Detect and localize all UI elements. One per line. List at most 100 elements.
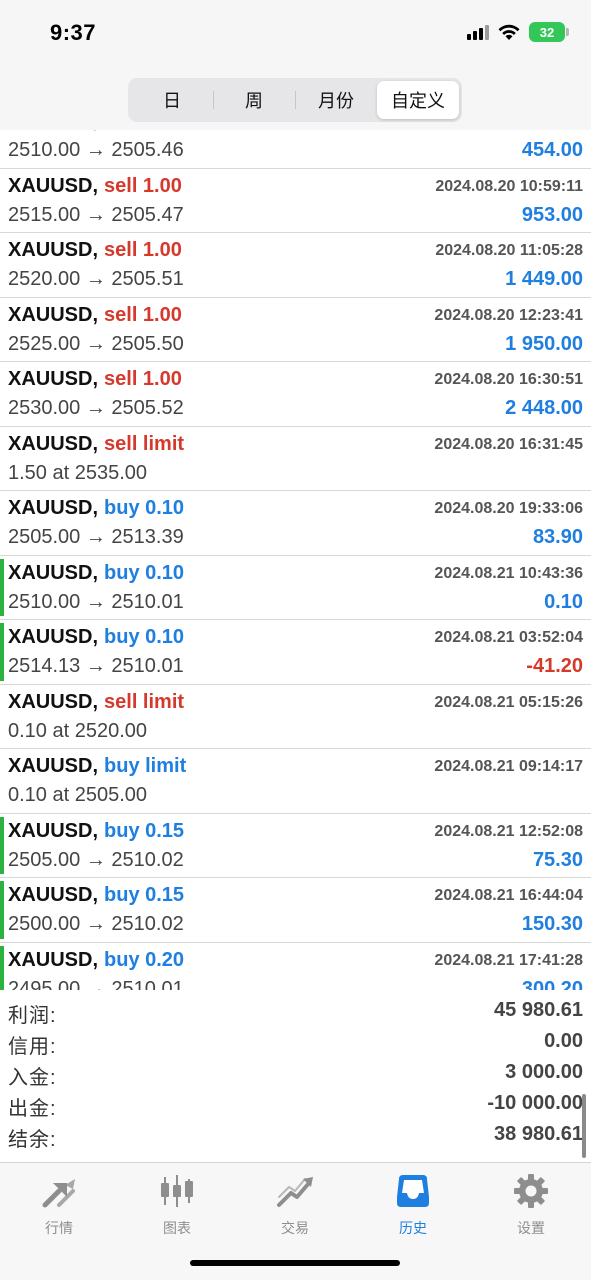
summary-label: 利润:	[8, 1005, 57, 1027]
trade-type: sell 1.00	[104, 239, 182, 261]
trade-row[interactable]: XAUUSD, sell 1.00 2024.08.20 12:23:41 2525.…	[0, 298, 591, 362]
trade-profit: 454.00	[521, 139, 583, 161]
summary-label: 入金:	[8, 1067, 57, 1089]
trade-symbol: XAUUSD,	[8, 948, 99, 971]
tab-label: 设置	[517, 1220, 545, 1236]
history-list-content: XAUUSD,2510.00 → 2505.46454.00XAUUSD,sel…	[0, 130, 591, 990]
summary-row: 利润: 45 980.61	[0, 996, 591, 1027]
trade-symbol-line: XAUUSD, buy 0.15	[8, 884, 184, 907]
gear-icon	[511, 1171, 551, 1216]
trade-price-detail: 2520.00 → 2505.51	[8, 268, 184, 290]
trade-symbol-line: XAUUSD, sell 1.00	[8, 175, 182, 198]
trade-symbol: XAUUSD,	[8, 368, 99, 390]
trade-datetime: 2024.08.21 16:44:04	[434, 887, 583, 904]
status-icons: 32	[467, 22, 569, 42]
tab-candlestick-chart[interactable]: 图表	[118, 1171, 236, 1236]
home-indicator[interactable]	[190, 1260, 400, 1266]
period-tab-3[interactable]: 自定义	[377, 81, 459, 119]
trade-symbol-line: XAUUSD, buy 0.15	[8, 820, 184, 843]
period-tab-2[interactable]: 月份	[295, 81, 377, 119]
trade-symbol: XAUUSD,	[8, 561, 99, 584]
trade-symbol: XAUUSD,	[8, 497, 99, 519]
trade-type: buy 0.10	[104, 561, 185, 584]
trade-symbol-line: XAUUSD,	[8, 130, 104, 133]
trade-datetime: 2024.08.20 16:30:51	[434, 371, 583, 388]
scroll-indicator[interactable]	[582, 1094, 586, 1158]
trade-type: buy 0.10	[104, 626, 185, 648]
trade-price-detail: 2510.00 → 2510.01	[8, 590, 184, 613]
quotes-arrows-icon	[39, 1171, 79, 1216]
trade-trend-icon	[275, 1171, 315, 1216]
summary-value: 38 980.61	[494, 1123, 583, 1145]
trade-row[interactable]: XAUUSD, buy 0.10 2024.08.21 03:52:04 2514.1…	[0, 620, 591, 685]
summary-label: 信用:	[8, 1036, 57, 1058]
status-bar: 9:37 32	[0, 0, 591, 70]
tab-history-inbox[interactable]: 历史	[354, 1171, 472, 1236]
candlestick-chart-icon	[157, 1171, 197, 1216]
trade-row[interactable]: XAUUSD, buy 0.15 2024.08.21 12:52:08 2505.0…	[0, 814, 591, 878]
trade-row[interactable]: XAUUSD, 2510.00 → 2505.46 454.00	[0, 130, 591, 169]
trade-row[interactable]: XAUUSD, sell 1.00 2024.08.20 16:30:51 2530.…	[0, 362, 591, 427]
tab-label: 图表	[163, 1220, 191, 1236]
period-tab-0[interactable]: 日	[131, 81, 213, 119]
trade-row[interactable]: XAUUSD, buy limit 2024.08.21 09:14:17 0.10 …	[0, 749, 591, 814]
trade-profit: 300.20	[521, 977, 583, 991]
trade-row[interactable]: XAUUSD, sell 1.00 2024.08.20 11:05:28 2520.…	[0, 233, 591, 298]
trade-row[interactable]: XAUUSD, sell limit 2024.08.20 16:31:45 1.50…	[0, 427, 591, 491]
trade-type: sell 1.00	[104, 303, 182, 326]
trade-symbol: XAUUSD,	[8, 884, 99, 906]
trade-profit: 150.30	[521, 913, 583, 935]
trade-symbol: XAUUSD,	[8, 690, 99, 713]
trade-datetime: 2024.08.20 16:31:45	[434, 435, 583, 453]
summary-value: -10 000.00	[487, 1092, 583, 1114]
trade-datetime: 2024.08.21 12:52:08	[434, 822, 583, 840]
summary-row: 信用: 0.00	[0, 1027, 591, 1058]
trade-row[interactable]: XAUUSD, buy 0.10 2024.08.21 10:43:36 2510.0…	[0, 556, 591, 620]
history-summary: 利润: 45 980.61 信用: 0.00 入金: 3 000.00 出金: -10 000…	[0, 996, 591, 1151]
trade-datetime: 2024.08.20 19:33:06	[434, 500, 583, 517]
trade-symbol-line: XAUUSD, buy 0.10	[8, 497, 184, 520]
trade-row[interactable]: XAUUSD, buy 0.10 2024.08.20 19:33:06 2505.0…	[0, 491, 591, 556]
summary-label: 结余:	[8, 1129, 57, 1151]
trade-profit: -41.20	[526, 655, 583, 677]
trade-price-detail: 1.50 at 2535.00	[8, 461, 148, 484]
trade-symbol-line: XAUUSD, buy 0.20	[8, 949, 184, 972]
trade-datetime: 2024.08.20 11:05:28	[435, 242, 583, 259]
trade-type: sell 1.00	[104, 368, 182, 390]
wifi-icon	[498, 24, 520, 40]
trade-symbol: XAUUSD,	[8, 432, 99, 455]
trade-symbol: XAUUSD,	[8, 626, 99, 648]
tab-quotes-arrows[interactable]: 行情	[0, 1171, 118, 1236]
trade-price-detail: 0.10 at 2505.00	[8, 784, 148, 806]
tab-label: 行情	[45, 1220, 73, 1236]
period-tab-1[interactable]: 周	[213, 81, 295, 119]
trade-symbol-line: XAUUSD, buy 0.10	[8, 626, 184, 649]
trade-type: buy limit	[104, 755, 187, 777]
trade-type: buy 0.15	[104, 884, 185, 906]
trade-profit: 2 448.00	[505, 397, 583, 419]
history-list[interactable]: XAUUSD,2510.00 → 2505.46454.00XAUUSD,sel…	[0, 130, 591, 990]
trade-symbol-line: XAUUSD, sell 1.00	[8, 239, 182, 262]
trade-price-detail: 2505.00 → 2510.02	[8, 848, 184, 871]
trade-price-detail: 2515.00 → 2505.47	[8, 203, 184, 226]
trade-row[interactable]: XAUUSD, sell limit 2024.08.21 05:15:26 0.10…	[0, 685, 591, 749]
trade-row[interactable]: XAUUSD, buy 0.15 2024.08.21 16:44:04 2500.0…	[0, 878, 591, 943]
trade-profit: 0.10	[544, 590, 583, 613]
history-inbox-icon	[393, 1171, 433, 1216]
trade-row[interactable]: XAUUSD, buy 0.20 2024.08.21 17:41:28 2495.0…	[0, 943, 591, 991]
tab-label: 交易	[281, 1220, 309, 1236]
trade-profit: 953.00	[521, 203, 583, 226]
trade-row[interactable]: XAUUSD, sell 1.00 2024.08.20 10:59:11 2515.…	[0, 169, 591, 233]
trade-datetime: 2024.08.21 09:14:17	[434, 758, 583, 775]
cellular-signal-icon	[467, 24, 489, 40]
trade-type: buy 0.10	[104, 497, 185, 519]
tab-gear[interactable]: 设置	[472, 1171, 590, 1236]
trade-datetime: 2024.08.21 05:15:26	[434, 693, 583, 711]
trade-type: buy 0.20	[104, 948, 185, 971]
trade-price-detail: 2495.00 → 2510.01	[8, 977, 184, 991]
summary-label: 出金:	[8, 1098, 57, 1120]
tab-trade-trend[interactable]: 交易	[236, 1171, 354, 1236]
period-bar: 日周月份 自定义	[0, 70, 591, 130]
status-time: 9:37	[50, 20, 97, 45]
summary-value: 3 000.00	[505, 1061, 583, 1083]
